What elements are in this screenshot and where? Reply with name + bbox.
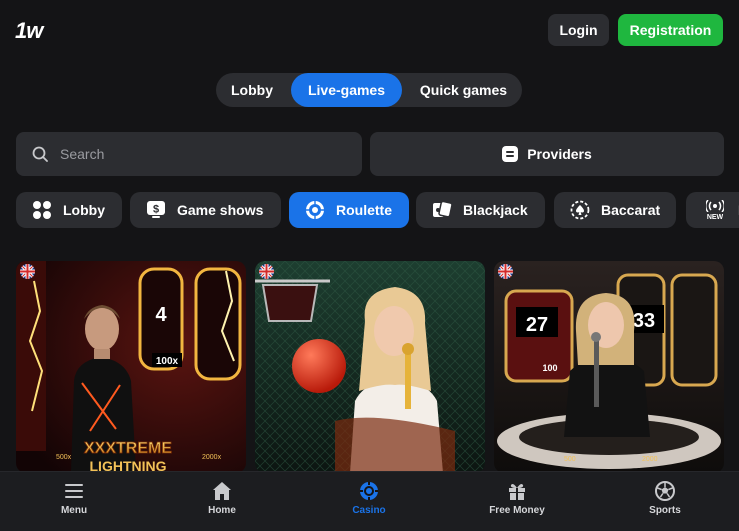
multiplier-text: 100x (156, 356, 179, 367)
nav-label: Casino (352, 505, 386, 516)
home-icon (213, 482, 231, 500)
corner-left: 500 (564, 456, 576, 463)
chip-game-shows[interactable]: $ Game shows (130, 192, 281, 228)
chip-roulette[interactable]: Roulette (289, 192, 409, 228)
game-card-roulette-ball[interactable] (255, 261, 485, 473)
chip-lobby[interactable]: Lobby (16, 192, 122, 228)
game-thumbnail: 4 100x XXXTREME LIGHTNING 500x 2000x (16, 261, 246, 473)
corner-left: 500x (56, 454, 72, 461)
dollar-tv-icon: $ (146, 200, 166, 220)
registration-button[interactable]: Registration (618, 14, 723, 46)
chip-label: Lobby (63, 202, 105, 218)
grid-icon (32, 200, 52, 220)
multiplier-text: 100 (542, 363, 557, 373)
game-title: XXXTREME (84, 440, 172, 457)
bottom-navigation: Menu Home Casino Free Money Sports (0, 471, 739, 531)
tile-number: 4 (155, 304, 167, 326)
spade-chip-icon (570, 200, 590, 220)
svg-text:$: $ (153, 204, 159, 216)
uk-flag-icon (498, 264, 513, 279)
providers-label: Providers (527, 146, 592, 162)
game-card-lightning-roulette[interactable]: 27 33 100 500 2000 (494, 261, 724, 473)
cards-icon (432, 200, 452, 220)
providers-icon (502, 146, 519, 162)
tile-number-right: 33 (633, 310, 655, 332)
uk-flag-icon (259, 264, 274, 279)
login-button[interactable]: Login (548, 14, 609, 46)
chip-new[interactable]: NEW N (686, 192, 739, 228)
brand-logo[interactable]: 1w (15, 18, 43, 44)
game-type-tabs: Lobby Live-games Quick games (216, 73, 522, 107)
corner-right: 2000x (202, 454, 222, 461)
roulette-wheel-icon (305, 200, 325, 220)
broadcast-icon: NEW (704, 196, 726, 224)
hamburger-icon (65, 484, 83, 498)
game-thumbnail (255, 261, 485, 473)
chip-baccarat[interactable]: Baccarat (554, 192, 676, 228)
nav-menu[interactable]: Menu (24, 472, 124, 531)
tab-quick-games[interactable]: Quick games (405, 73, 522, 107)
soccer-ball-icon (655, 481, 675, 501)
casino-page: 1w Login Registration Lobby Live-games Q… (0, 0, 739, 531)
gift-icon (509, 484, 525, 500)
new-badge: NEW (706, 213, 724, 221)
nav-label: Sports (649, 505, 681, 516)
chip-label: Baccarat (601, 202, 661, 218)
search-box[interactable] (16, 132, 362, 176)
nav-label: Home (208, 505, 236, 516)
category-chips: Lobby $ Game shows Roulette Blackjack Ba… (0, 192, 739, 228)
chip-label: Game shows (177, 202, 264, 218)
chip-blackjack[interactable]: Blackjack (416, 192, 545, 228)
nav-free-money[interactable]: Free Money (467, 472, 567, 531)
uk-flag-icon (20, 264, 35, 279)
nav-home[interactable]: Home (172, 472, 272, 531)
nav-sports[interactable]: Sports (615, 472, 715, 531)
chip-label: Blackjack (463, 202, 528, 218)
game-card-xxxtreme-lightning[interactable]: 4 100x XXXTREME LIGHTNING 500x 2000x (16, 261, 246, 473)
casino-chip-icon (360, 482, 378, 500)
top-header: 1w Login Registration (0, 0, 739, 60)
nav-label: Menu (60, 505, 88, 516)
nav-label: Free Money (489, 505, 545, 516)
tile-number-left: 27 (526, 314, 548, 336)
game-thumbnail: 27 33 100 500 2000 (494, 261, 724, 473)
tab-live-games[interactable]: Live-games (291, 73, 402, 107)
search-input[interactable] (60, 146, 340, 162)
tab-lobby[interactable]: Lobby (216, 73, 288, 107)
providers-button[interactable]: Providers (370, 132, 724, 176)
corner-right: 2000 (642, 456, 658, 463)
nav-casino[interactable]: Casino (319, 472, 419, 531)
search-icon (32, 146, 48, 162)
chip-label: Roulette (336, 202, 392, 218)
